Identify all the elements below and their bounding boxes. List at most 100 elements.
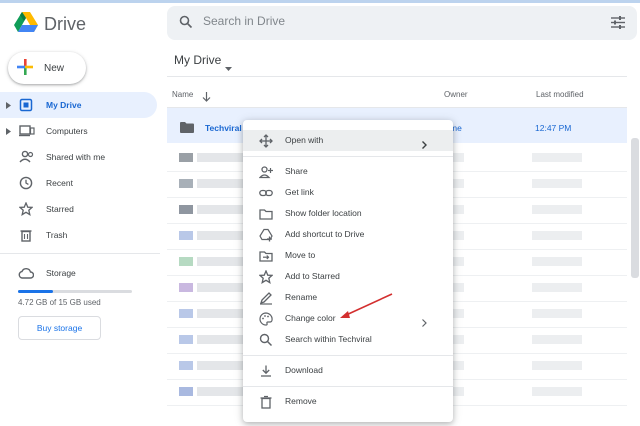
menu-item-show-folder-location[interactable]: Show folder location xyxy=(243,203,453,224)
menu-item-label: Move to xyxy=(285,250,316,260)
menu-item-label: Add shortcut to Drive xyxy=(285,229,365,239)
menu-item-label: Remove xyxy=(285,396,317,406)
redacted-cell xyxy=(532,257,582,266)
menu-item-label: Change color xyxy=(285,313,336,323)
cloud-icon xyxy=(18,266,35,284)
drive-logo-icon[interactable] xyxy=(14,12,38,37)
column-header-owner[interactable]: Owner xyxy=(444,90,468,99)
menu-item-add-to-starred[interactable]: Add to Starred xyxy=(243,266,453,287)
redacted-cell xyxy=(179,387,193,396)
sidebar-item-label: Recent xyxy=(46,178,73,188)
palette-icon xyxy=(259,312,273,326)
redacted-cell xyxy=(197,309,243,318)
sidebar-item-computers[interactable]: Computers xyxy=(0,118,160,144)
storage-usage-text: 4.72 GB of 15 GB used xyxy=(18,298,101,307)
search-input[interactable] xyxy=(203,14,583,28)
new-button[interactable]: New xyxy=(8,52,86,84)
app-title[interactable]: Drive xyxy=(44,14,86,35)
menu-item-get-link[interactable]: Get link xyxy=(243,182,453,203)
folder-icon xyxy=(180,120,194,138)
annotation-arrow-icon xyxy=(330,290,396,327)
sidebar-item-label: Starred xyxy=(46,204,74,214)
file-modified: 12:47 PM xyxy=(535,123,572,133)
menu-item-open-with[interactable]: Open with xyxy=(243,130,453,151)
computers-icon xyxy=(19,124,35,138)
person-add-icon xyxy=(258,165,273,179)
search-icon[interactable] xyxy=(179,15,193,34)
new-button-label: New xyxy=(44,62,65,74)
menu-item-label: Add to Starred xyxy=(285,271,340,281)
redacted-cell xyxy=(179,257,193,266)
redacted-cell xyxy=(197,257,243,266)
shared-icon xyxy=(19,150,34,164)
menu-item-add-shortcut[interactable]: Add shortcut to Drive xyxy=(243,224,453,245)
redacted-cell xyxy=(532,361,582,370)
divider xyxy=(167,76,627,77)
redacted-cell xyxy=(532,205,582,214)
redacted-cell xyxy=(179,361,193,370)
expand-arrow-icon[interactable] xyxy=(6,127,11,137)
plus-icon xyxy=(16,58,34,79)
menu-divider xyxy=(243,156,453,157)
menu-item-label: Search within Techviral xyxy=(285,334,372,344)
sidebar-item-shared[interactable]: Shared with me xyxy=(0,144,160,170)
menu-item-move-to[interactable]: Move to xyxy=(243,245,453,266)
menu-item-label: Download xyxy=(285,365,323,375)
star-icon xyxy=(258,269,274,284)
add-to-drive-icon xyxy=(259,228,273,242)
menu-item-share[interactable]: Share xyxy=(243,161,453,182)
sidebar-item-my-drive[interactable]: My Drive xyxy=(0,92,157,118)
storage-usage-fill xyxy=(18,290,54,293)
redacted-cell xyxy=(179,231,193,240)
search-options-icon[interactable] xyxy=(611,16,625,34)
column-header-name[interactable]: Name xyxy=(172,90,193,99)
redacted-cell xyxy=(179,205,193,214)
menu-item-download[interactable]: Download xyxy=(243,360,453,381)
scrollbar[interactable] xyxy=(631,138,639,278)
redacted-cell xyxy=(197,205,243,214)
menu-item-search-within[interactable]: Search within Techviral xyxy=(243,329,453,350)
storage-label[interactable]: Storage xyxy=(46,268,76,278)
sidebar-item-starred[interactable]: Starred xyxy=(0,196,160,222)
redacted-cell xyxy=(179,179,193,188)
search-icon xyxy=(259,333,273,347)
move-icon xyxy=(259,134,273,148)
expand-arrow-icon[interactable] xyxy=(6,101,11,111)
redacted-cell xyxy=(532,153,582,162)
my-drive-icon xyxy=(19,98,33,112)
sidebar-item-recent[interactable]: Recent xyxy=(0,170,160,196)
redacted-cell xyxy=(197,153,243,162)
menu-item-label: Share xyxy=(285,166,308,176)
sort-arrow-icon[interactable] xyxy=(202,89,211,107)
menu-item-remove[interactable]: Remove xyxy=(243,391,453,412)
menu-divider xyxy=(243,355,453,356)
trash-icon xyxy=(19,228,33,242)
link-icon xyxy=(259,186,273,200)
menu-item-label: Get link xyxy=(285,187,314,197)
menu-item-label: Open with xyxy=(285,135,324,145)
menu-divider xyxy=(243,386,453,387)
redacted-cell xyxy=(179,153,193,162)
redacted-cell xyxy=(532,335,582,344)
file-name[interactable]: Techviral xyxy=(205,123,242,133)
sidebar-nav: My Drive Computers Shared with me Recent… xyxy=(0,92,160,248)
redacted-cell xyxy=(197,283,243,292)
column-header-last-modified[interactable]: Last modified xyxy=(536,90,584,99)
redacted-cell xyxy=(179,335,193,344)
move-to-icon xyxy=(259,249,273,263)
context-menu: Open with Share Get link Show folder loc… xyxy=(243,120,453,422)
search-bar[interactable] xyxy=(167,6,637,40)
redacted-cell xyxy=(197,361,243,370)
chevron-down-icon[interactable] xyxy=(225,58,232,76)
star-icon xyxy=(18,201,34,216)
app-header: Drive xyxy=(0,3,640,43)
redacted-cell xyxy=(197,335,243,344)
redacted-cell xyxy=(532,387,582,396)
buy-storage-button[interactable]: Buy storage xyxy=(18,316,101,340)
redacted-cell xyxy=(532,179,582,188)
pencil-icon xyxy=(259,291,273,305)
chevron-right-icon xyxy=(422,136,427,154)
breadcrumb[interactable]: My Drive xyxy=(174,53,221,67)
sidebar-item-trash[interactable]: Trash xyxy=(0,222,160,248)
redacted-cell xyxy=(197,179,243,188)
